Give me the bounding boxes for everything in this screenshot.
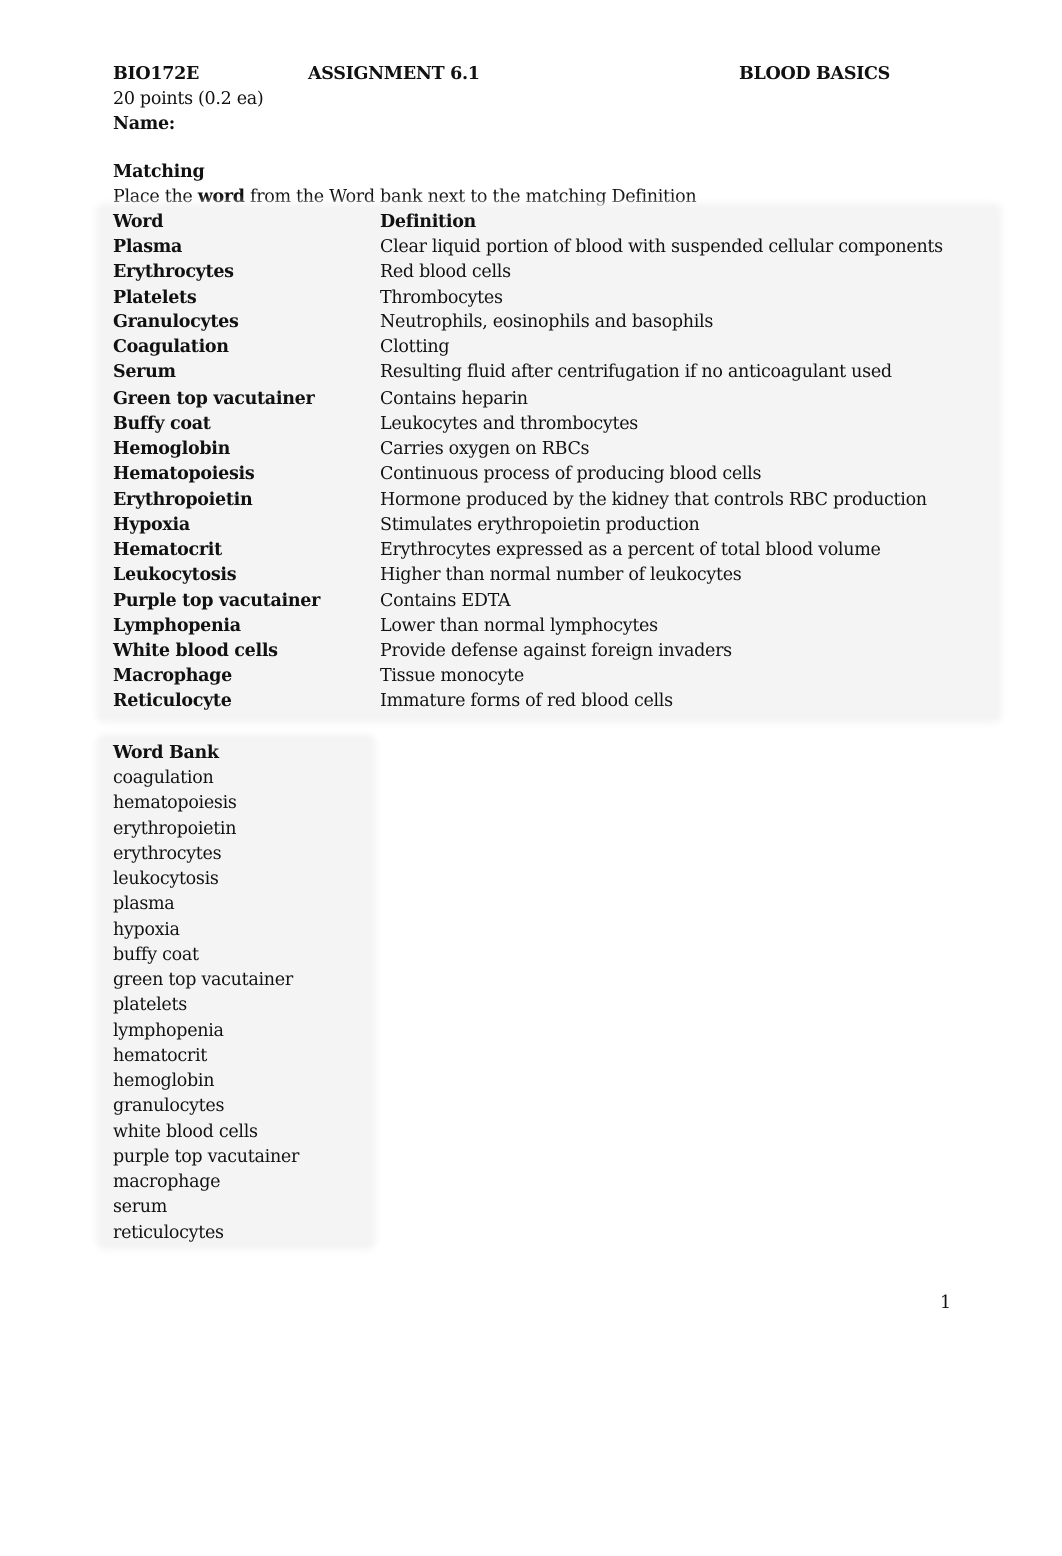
word-cell: Macrophage <box>113 666 232 686</box>
word-cell: Hypoxia <box>113 515 190 535</box>
word-bank-item: erythrocytes <box>113 843 222 864</box>
word-bank-item: macrophage <box>113 1172 221 1192</box>
definition-cell: Contains EDTA <box>380 591 511 611</box>
word-bank-item: platelets <box>113 995 187 1016</box>
definition-cell: Neutrophils, eosinophils and basophils <box>380 312 714 332</box>
word-cell: Hematocrit <box>113 540 222 560</box>
matching-table: Word Definition Plasma Clear liquid porti… <box>100 207 998 719</box>
word-bank-item: erythropoietin <box>113 818 237 839</box>
word-cell: White blood cells <box>113 641 278 661</box>
word-cell: Reticulocyte <box>113 691 232 711</box>
word-bank-item: coagulation <box>113 768 214 788</box>
column-header-word: Word <box>113 212 164 232</box>
definition-cell: Stimulates erythropoietin production <box>380 515 700 535</box>
points-info: 20 points (0.2 ea) <box>113 89 264 109</box>
word-cell: Hematopoiesis <box>113 464 255 484</box>
word-bank-item: leukocytosis <box>113 869 219 889</box>
definition-cell: Clear liquid portion of blood with suspe… <box>380 237 943 257</box>
word-cell: Coagulation <box>113 337 229 357</box>
word-bank-item: granulocytes <box>113 1096 225 1117</box>
word-bank-item: hematocrit <box>113 1045 208 1066</box>
instructions-text-rest: from the Word bank next to the matching … <box>244 187 697 207</box>
assignment-title: BLOOD BASICS <box>739 64 891 84</box>
definition-cell: Carries oxygen on RBCs <box>380 439 590 459</box>
word-cell: Granulocytes <box>113 312 239 332</box>
definition-cell: Contains heparin <box>380 389 528 409</box>
name-label: Name: <box>113 114 175 134</box>
instructions-text: Place the <box>113 187 198 207</box>
word-cell: Erythropoietin <box>113 490 253 510</box>
definition-cell: Continuous process of producing blood ce… <box>380 464 762 484</box>
word-bank: Word Bank coagulation hematopoiesis erythr… <box>100 738 372 1246</box>
section-heading: Matching <box>113 162 205 182</box>
assignment-number: ASSIGNMENT 6.1 <box>308 64 480 84</box>
word-bank-item: hypoxia <box>113 919 180 940</box>
definition-cell: Provide defense against foreign invaders <box>380 641 732 661</box>
word-cell: Green top vacutainer <box>113 389 315 409</box>
word-cell: Serum <box>113 362 176 382</box>
word-cell: Purple top vacutainer <box>113 591 321 611</box>
word-bank-item: plasma <box>113 894 175 915</box>
word-bank-item: buffy coat <box>113 944 199 965</box>
word-bank-item: white blood cells <box>113 1121 258 1142</box>
definition-cell: Hormone produced by the kidney that cont… <box>380 490 927 510</box>
word-bank-item: hematopoiesis <box>113 793 237 814</box>
definition-cell: Leukocytes and thrombocytes <box>380 414 638 434</box>
word-bank-item: hemoglobin <box>113 1071 215 1091</box>
definition-cell: Red blood cells <box>380 262 511 282</box>
definition-cell: Clotting <box>380 337 450 357</box>
definition-cell: Lower than normal lymphocytes <box>380 616 658 636</box>
course-code: BIO172E <box>113 64 199 84</box>
word-cell: Erythrocytes <box>113 262 234 282</box>
definition-cell: Higher than normal number of leukocytes <box>380 565 742 585</box>
definition-cell: Tissue monocyte <box>380 666 524 686</box>
word-cell: Leukocytosis <box>113 565 237 585</box>
definition-cell: Thrombocytes <box>380 288 503 308</box>
definition-cell: Resulting fluid after centrifugation if … <box>380 362 892 382</box>
column-header-definition: Definition <box>380 212 476 232</box>
word-bank-item: reticulocytes <box>113 1222 224 1243</box>
instructions-bold-word: word <box>197 187 245 207</box>
word-bank-item: lymphopenia <box>113 1020 224 1041</box>
word-bank-heading: Word Bank <box>113 743 219 763</box>
word-bank-item: purple top vacutainer <box>113 1146 300 1167</box>
word-cell: Lymphopenia <box>113 616 241 636</box>
page-number: 1 <box>940 1293 951 1313</box>
definition-cell: Erythrocytes expressed as a percent of t… <box>380 540 881 560</box>
word-bank-item: green top vacutainer <box>113 970 293 990</box>
word-cell: Plasma <box>113 237 183 257</box>
word-cell: Hemoglobin <box>113 439 231 459</box>
definition-cell: Immature forms of red blood cells <box>380 691 673 711</box>
word-cell: Buffy coat <box>113 414 211 434</box>
word-cell: Platelets <box>113 288 197 308</box>
word-bank-item: serum <box>113 1197 168 1218</box>
